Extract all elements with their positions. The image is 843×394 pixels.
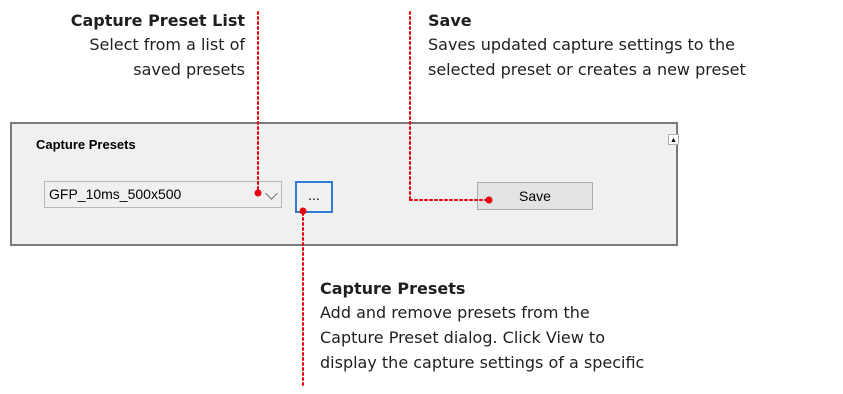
leader-dot-save [485, 196, 493, 204]
leader-dot-capture-presets [299, 207, 307, 215]
leader-lines [254, 11, 493, 387]
leader-dot-preset-list [254, 189, 262, 197]
